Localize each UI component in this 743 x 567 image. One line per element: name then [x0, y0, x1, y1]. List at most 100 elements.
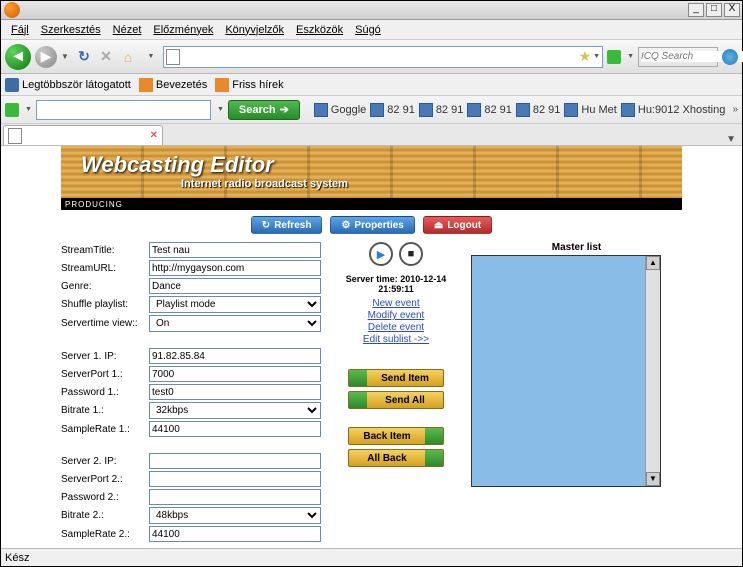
bookmark-most-visited[interactable]: Legtöbbször látogatott — [5, 78, 131, 92]
back-button[interactable]: ◄ — [5, 44, 31, 70]
server2-port-input[interactable] — [149, 471, 321, 487]
send-item-button[interactable]: Send Item — [348, 369, 444, 387]
stop-playback-button[interactable]: ■ — [399, 242, 423, 266]
scroll-down-icon[interactable]: ▼ — [646, 472, 660, 486]
servertime-view-label: Servertime view:: — [61, 318, 149, 329]
all-back-button[interactable]: All Back — [348, 449, 444, 467]
server-time-label: Server time: 2010-12-14 21:59:11 — [331, 274, 461, 294]
server2-bitrate-select[interactable]: 48kbps — [149, 507, 321, 524]
link-icon — [370, 103, 384, 117]
menu-help[interactable]: Súgó — [349, 22, 387, 38]
search-dropdown-icon[interactable]: ▼ — [217, 106, 224, 113]
toolbar-link-2[interactable]: 82 91 — [419, 103, 464, 117]
menu-view[interactable]: Nézet — [107, 22, 148, 38]
toolbar-link-1[interactable]: 82 91 — [370, 103, 415, 117]
close-button[interactable]: X — [724, 3, 740, 17]
url-dropdown-icon[interactable]: ▼ — [593, 53, 600, 60]
toolbar-search-input[interactable] — [36, 100, 211, 120]
logout-button[interactable]: ⏏ Logout — [423, 216, 492, 234]
new-event-link[interactable]: New event — [331, 298, 461, 309]
bookmark-star-icon[interactable]: ★ — [579, 48, 592, 65]
server1-port-input[interactable] — [149, 366, 321, 382]
server2-port-label: ServerPort 2.: — [61, 474, 149, 485]
icq-dropdown-icon[interactable]: ▼ — [627, 53, 634, 60]
menubar: Fájl Szerkesztés Nézet Előzmények Könyvj… — [1, 20, 742, 40]
nav-dropdown-icon[interactable]: ▼ — [141, 48, 159, 66]
send-all-button[interactable]: Send All — [348, 391, 444, 409]
forward-button[interactable]: ▶ — [35, 46, 57, 68]
tab-list-icon[interactable]: ▼ — [726, 134, 736, 145]
toolbar-link-goggle[interactable]: Goggle — [314, 103, 366, 117]
server2-bitrate-label: Bitrate 2.: — [61, 510, 149, 521]
search-box[interactable] — [638, 47, 718, 67]
tab-strip: ✕ ▼ — [1, 124, 742, 146]
stop-button: ✕ — [97, 48, 115, 66]
url-input[interactable] — [184, 51, 579, 63]
back-item-button[interactable]: Back Item — [348, 427, 444, 445]
toolbar-icon[interactable] — [5, 103, 19, 117]
stream-url-input[interactable] — [149, 260, 321, 276]
menu-file[interactable]: Fájl — [5, 22, 35, 38]
rss-icon — [215, 78, 229, 92]
toolbar-link-humet[interactable]: Hu Met — [564, 103, 616, 117]
stream-url-label: StreamURL: — [61, 263, 149, 274]
menu-tools[interactable]: Eszközök — [290, 22, 349, 38]
server2-pass-input[interactable] — [149, 489, 321, 505]
link-icon — [516, 103, 530, 117]
menu-history[interactable]: Előzmények — [147, 22, 219, 38]
play-button[interactable]: ▶ — [369, 242, 393, 266]
scroll-up-icon[interactable]: ▲ — [646, 256, 660, 270]
server2-ip-input[interactable] — [149, 453, 321, 469]
server1-ip-label: Server 1. IP: — [61, 351, 149, 362]
link-icon — [314, 103, 328, 117]
search-toolbar: ▼ ▼ Search➔ Goggle 82 91 82 91 82 91 82 … — [1, 96, 742, 124]
settings-column: StreamTitle: StreamURL: Genre: Shuffle p… — [61, 242, 321, 551]
banner-title: Webcasting Editor — [81, 152, 274, 178]
link-icon — [467, 103, 481, 117]
home-button[interactable]: ⌂ — [119, 48, 137, 66]
servertime-view-select[interactable]: On — [149, 315, 321, 332]
refresh-button[interactable]: ↻ Refresh — [251, 216, 323, 234]
icq-icon[interactable] — [607, 50, 621, 64]
server1-sample-input[interactable] — [149, 421, 321, 437]
stream-title-input[interactable] — [149, 242, 321, 258]
delete-event-link[interactable]: Delete event — [331, 322, 461, 333]
toolbar-link-4[interactable]: 82 91 — [516, 103, 561, 117]
genre-input[interactable] — [149, 278, 321, 294]
messenger-icon[interactable] — [722, 49, 738, 65]
browser-tab[interactable]: ✕ — [3, 125, 163, 145]
server1-bitrate-select[interactable]: 32kbps — [149, 402, 321, 419]
server1-pass-label: Password 1.: — [61, 387, 149, 398]
server2-pass-label: Password 2.: — [61, 492, 149, 503]
window-titlebar: _ □ X — [1, 1, 742, 20]
bookmark-latest-news[interactable]: Friss hírek — [215, 78, 283, 92]
bookmarks-toolbar: Legtöbbször látogatott Bevezetés Friss h… — [1, 74, 742, 96]
reload-button[interactable]: ↻ — [75, 48, 93, 66]
menu-edit[interactable]: Szerkesztés — [35, 22, 107, 38]
minimize-button[interactable]: _ — [688, 3, 704, 17]
maximize-button[interactable]: □ — [706, 3, 722, 17]
menu-bookmarks[interactable]: Könyvjelzők — [219, 22, 290, 38]
url-bar[interactable]: ★ ▼ — [163, 46, 603, 68]
tab-close-icon[interactable]: ✕ — [150, 130, 158, 141]
search-button[interactable]: Search➔ — [228, 100, 300, 120]
master-list-title: Master list — [471, 242, 682, 253]
overflow-icon[interactable]: » — [732, 104, 738, 115]
link-icon — [621, 103, 635, 117]
server2-sample-input[interactable] — [149, 526, 321, 542]
master-list[interactable]: ▲ ▼ — [471, 255, 661, 487]
properties-button[interactable]: ⚙ Properties — [330, 216, 414, 234]
bookmark-icon — [139, 78, 153, 92]
server1-port-label: ServerPort 1.: — [61, 369, 149, 380]
bookmark-getting-started[interactable]: Bevezetés — [139, 78, 207, 92]
history-dropdown[interactable]: ▼ — [61, 52, 71, 61]
shuffle-select[interactable]: Playlist mode — [149, 296, 321, 313]
server1-ip-input[interactable] — [149, 348, 321, 364]
toolbar-link-3[interactable]: 82 91 — [467, 103, 512, 117]
server1-pass-input[interactable] — [149, 384, 321, 400]
server1-sample-label: SampleRate 1.: — [61, 424, 149, 435]
toolbar-dropdown-icon[interactable]: ▼ — [25, 106, 32, 113]
toolbar-link-xhosting[interactable]: Hu:9012 Xhosting — [621, 103, 725, 117]
modify-event-link[interactable]: Modify event — [331, 310, 461, 321]
edit-sublist-link[interactable]: Edit sublist ->> — [331, 334, 461, 345]
